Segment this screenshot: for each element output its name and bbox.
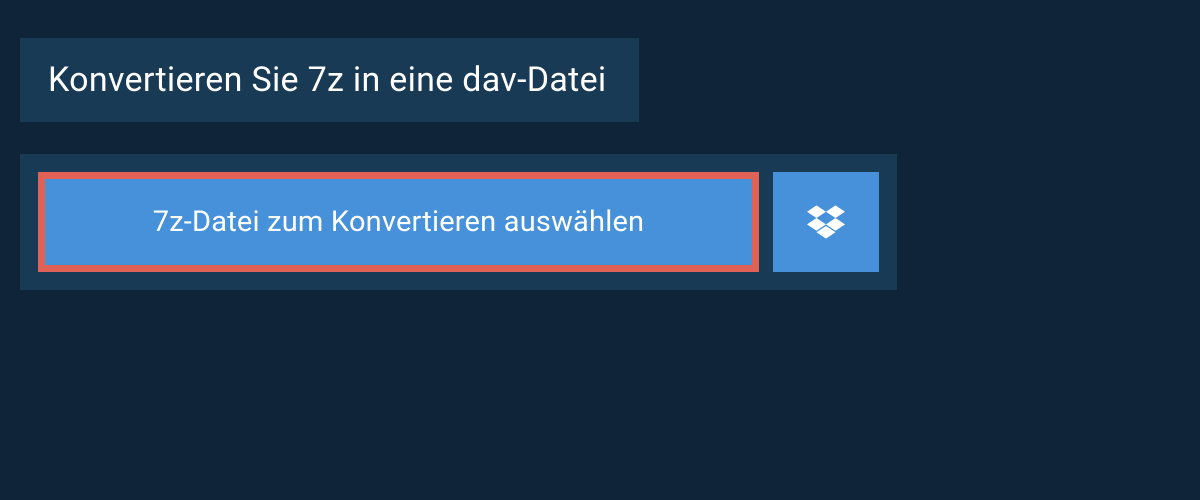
file-select-button[interactable]: 7z-Datei zum Konvertieren auswählen	[38, 172, 759, 272]
page-header: Konvertieren Sie 7z in eine dav-Datei	[20, 38, 639, 122]
converter-panel: 7z-Datei zum Konvertieren auswählen	[20, 154, 897, 290]
dropbox-icon	[807, 205, 845, 239]
file-select-label: 7z-Datei zum Konvertieren auswählen	[153, 205, 645, 239]
page-title: Konvertieren Sie 7z in eine dav-Datei	[48, 60, 607, 100]
dropbox-button[interactable]	[773, 172, 879, 272]
